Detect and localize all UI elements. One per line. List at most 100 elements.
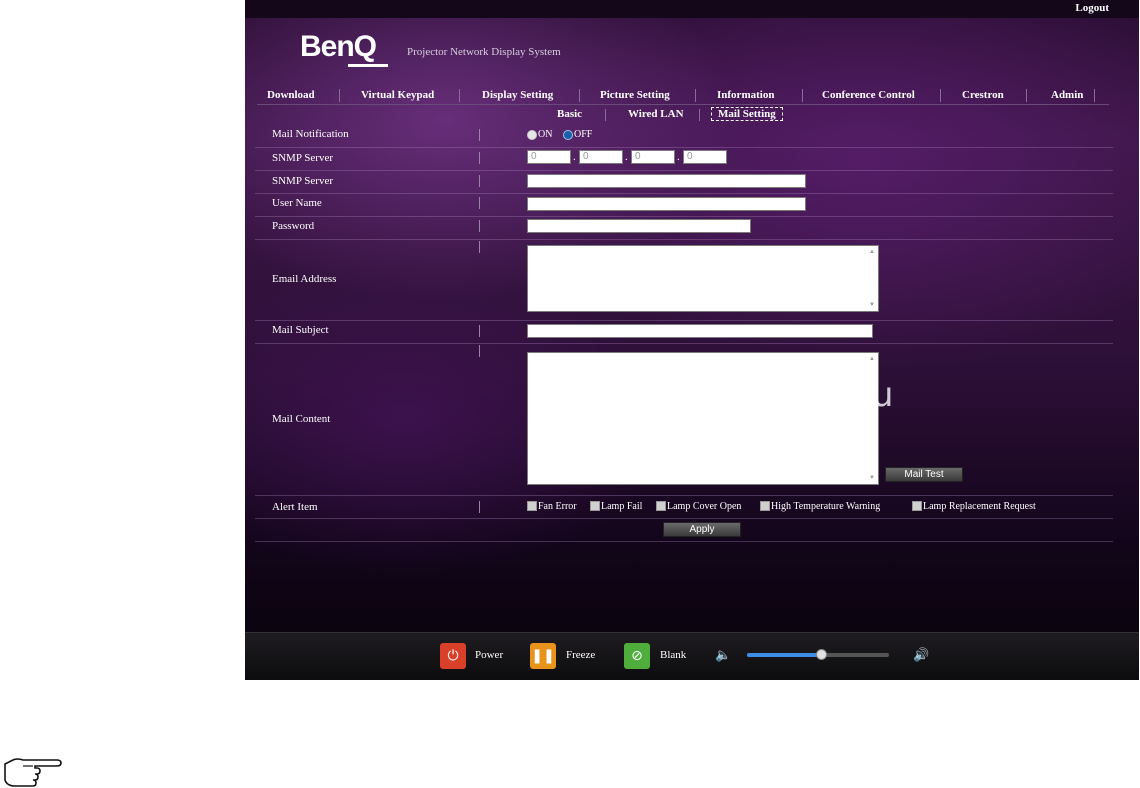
mail-subject-input[interactable] <box>527 324 873 338</box>
nav-information[interactable]: Information <box>717 89 774 101</box>
ip-dot: . <box>625 151 628 163</box>
row-apply: Apply <box>255 518 1113 542</box>
volume-slider-knob[interactable] <box>815 649 827 660</box>
user-name-label: User Name <box>272 197 322 209</box>
row-mail-notification: Mail Notification ON OFF <box>255 124 1113 148</box>
nav-conference-control[interactable]: Conference Control <box>822 89 915 101</box>
subtab-basic[interactable]: Basic <box>557 108 582 120</box>
apply-button[interactable]: Apply <box>663 522 741 537</box>
benq-logo: BenQ <box>300 30 377 63</box>
row-divider <box>479 197 480 209</box>
top-bar: Logout <box>245 0 1139 18</box>
volume-down-icon[interactable]: 🔈 <box>715 648 731 663</box>
email-address-label: Email Address <box>272 273 337 285</box>
row-divider <box>479 175 480 187</box>
nav-separator <box>1026 89 1027 102</box>
row-divider <box>479 345 480 357</box>
freeze-icon[interactable]: ❚❚ <box>530 643 556 669</box>
radio-on-label: ON <box>538 129 553 140</box>
scroll-up-icon[interactable]: ▲ <box>868 355 876 363</box>
nav-admin[interactable]: Admin <box>1051 89 1083 101</box>
app-title: Projector Network Display System <box>407 46 561 58</box>
row-mail-subject: Mail Subject <box>255 320 1113 344</box>
mail-content-label: Mail Content <box>272 413 331 425</box>
subtab-wired-lan[interactable]: Wired LAN <box>628 108 684 120</box>
power-icon[interactable]: ⏻ <box>440 643 466 669</box>
radio-off-label: OFF <box>574 129 593 140</box>
blank-label: Blank <box>660 649 687 661</box>
checkbox-lamp-fail[interactable] <box>590 501 600 511</box>
nav-picture-setting[interactable]: Picture Setting <box>600 89 670 101</box>
nav-separator <box>1094 89 1095 102</box>
nav-separator <box>802 89 803 102</box>
projector-web-ui: Logout BenQ Projector Network Display Sy… <box>245 0 1139 680</box>
nav-separator <box>940 89 941 102</box>
snmp-server-input[interactable] <box>527 174 806 188</box>
volume-slider[interactable] <box>747 649 889 660</box>
checkbox-fan-error[interactable] <box>527 501 537 511</box>
snmp-ip-octet-4[interactable]: 0 <box>683 150 727 164</box>
row-snmp-server: SNMP Server <box>255 170 1113 194</box>
row-divider <box>479 129 480 141</box>
row-user-name: User Name <box>255 193 1113 217</box>
row-divider <box>479 220 480 232</box>
nav-separator <box>579 89 580 102</box>
snmp-server-label: SNMP Server <box>272 175 334 187</box>
snmp-server-ip-label: SNMP Server <box>272 152 334 164</box>
logo-underline <box>348 64 388 67</box>
nav-separator <box>695 89 696 102</box>
row-mail-content: Mail Content ▲ ▼ Mail Test <box>255 343 1113 496</box>
fan-error-label: Fan Error <box>538 501 577 512</box>
snmp-ip-octet-2[interactable]: 0 <box>579 150 623 164</box>
sub-nav: Basic Wired LAN Mail Setting <box>245 106 1139 123</box>
nav-display-setting[interactable]: Display Setting <box>482 89 553 101</box>
ip-dot: . <box>677 151 680 163</box>
checkbox-high-temperature-warning[interactable] <box>760 501 770 511</box>
nav-separator <box>459 89 460 102</box>
blank-icon[interactable]: ⊘ <box>624 643 650 669</box>
high-temperature-warning-label: High Temperature Warning <box>771 501 881 512</box>
subnav-separator <box>605 109 606 121</box>
mail-content-textarea[interactable]: ▲ ▼ <box>527 352 879 485</box>
watermark: McGrp.Ru <box>722 375 895 415</box>
subnav-separator <box>699 109 700 121</box>
power-label: Power <box>475 649 504 661</box>
volume-slider-fill <box>747 653 821 657</box>
snmp-ip-octet-3[interactable]: 0 <box>631 150 675 164</box>
row-password: Password <box>255 216 1113 240</box>
scroll-down-icon[interactable]: ▼ <box>868 474 876 482</box>
row-divider <box>479 325 480 337</box>
password-label: Password <box>272 220 315 232</box>
logout-link[interactable]: Logout <box>1075 2 1109 14</box>
mail-notification-label: Mail Notification <box>272 128 349 140</box>
ip-dot: . <box>573 151 576 163</box>
row-divider <box>479 152 480 164</box>
row-alert-item: Alert Item Fan Error Lamp Fail Lamp Cove… <box>255 495 1113 519</box>
checkbox-lamp-cover-open[interactable] <box>656 501 666 511</box>
radio-on[interactable] <box>527 130 537 140</box>
password-input[interactable] <box>527 219 751 233</box>
mail-test-button[interactable]: Mail Test <box>885 467 963 482</box>
scroll-up-icon[interactable]: ▲ <box>868 248 876 256</box>
alert-item-label: Alert Item <box>272 501 318 513</box>
row-snmp-server-ip: SNMP Server 0 . 0 . 0 . 0 <box>255 147 1113 171</box>
mail-subject-label: Mail Subject <box>272 324 329 336</box>
row-divider <box>479 501 480 513</box>
scroll-down-icon[interactable]: ▼ <box>868 301 876 309</box>
volume-up-icon[interactable]: 🔊 <box>913 648 929 663</box>
lamp-replacement-request-label: Lamp Replacement Request <box>923 501 1036 512</box>
control-bar: ⏻ Power ❚❚ Freeze ⊘ Blank 🔈 🔊 <box>245 632 1139 680</box>
nav-separator <box>339 89 340 102</box>
checkbox-lamp-replacement-request[interactable] <box>912 501 922 511</box>
snmp-ip-octet-1[interactable]: 0 <box>527 150 571 164</box>
row-divider <box>479 241 480 253</box>
nav-crestron[interactable]: Crestron <box>962 89 1004 101</box>
nav-download[interactable]: Download <box>267 89 315 101</box>
nav-virtual-keypad[interactable]: Virtual Keypad <box>361 89 434 101</box>
user-name-input[interactable] <box>527 197 806 211</box>
pointing-hand-icon <box>4 758 62 787</box>
subtab-mail-setting[interactable]: Mail Setting <box>711 107 783 121</box>
main-nav: Download Virtual Keypad Display Setting … <box>257 87 1109 105</box>
radio-off[interactable] <box>563 130 573 140</box>
email-address-textarea[interactable]: ▲ ▼ <box>527 245 879 312</box>
